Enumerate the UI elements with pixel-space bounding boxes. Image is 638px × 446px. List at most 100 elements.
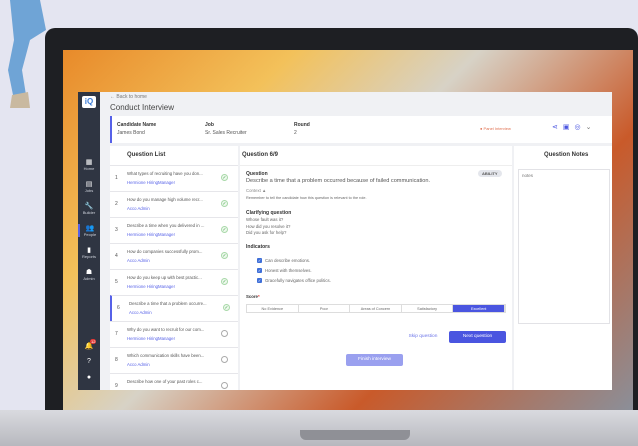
question-list-item[interactable]: 9 Describe how one of your past roles c..… xyxy=(110,373,238,390)
user-icon: ● xyxy=(86,374,92,381)
checkbox-icon: ✓ xyxy=(257,268,262,273)
question-panel: Question 6/9 Question ABILITY Describe a… xyxy=(240,146,512,390)
indicator-label: Gracefully navigates office politics. xyxy=(265,278,331,283)
question-number: 5 xyxy=(115,279,118,285)
question-summary: Which communication skills have been... xyxy=(127,353,205,358)
admin-icon: ☗ xyxy=(85,269,93,276)
job-label: Job xyxy=(205,122,214,128)
sidebar-item-label: Reports xyxy=(81,254,96,259)
question-summary: Describe a time that a problem occurre..… xyxy=(129,301,207,306)
skip-question-button[interactable]: Skip question xyxy=(404,334,442,339)
check-circle-icon: ✓ xyxy=(221,252,228,259)
score-option[interactable]: Areas of Concern xyxy=(350,305,402,312)
question-list-item[interactable]: 7 Why do you want to recruit for our com.… xyxy=(110,321,238,347)
help-button[interactable]: ? xyxy=(78,358,100,365)
builder-icon: 🔧 xyxy=(84,203,94,210)
empty-circle-icon xyxy=(221,330,228,337)
interviewer-name: Acco Admin xyxy=(127,206,150,211)
clarifying-item: Did you ask for help? xyxy=(246,230,287,235)
check-circle-icon: ✓ xyxy=(221,278,228,285)
back-link[interactable]: ← Back to home xyxy=(110,94,147,100)
question-number: 2 xyxy=(115,201,118,207)
question-summary: How do companies successfully prom... xyxy=(127,249,203,254)
score-option[interactable]: Excellent xyxy=(453,305,505,312)
status-badge: ● Panel Interview xyxy=(480,126,511,131)
sidebar-item-home[interactable]: ▦ Home xyxy=(78,158,100,171)
question-header: Question 6/9 xyxy=(242,152,279,158)
score-label-text: Score xyxy=(246,294,258,299)
checkbox-icon: ✓ xyxy=(257,258,262,263)
job-value: Sr. Sales Recruiter xyxy=(205,130,247,136)
app-logo[interactable]: iQ xyxy=(82,96,96,108)
question-summary: Describe how one of your past roles c... xyxy=(127,379,203,384)
print-icon[interactable]: ▣ xyxy=(563,124,575,131)
next-question-button[interactable]: Next question xyxy=(449,331,506,343)
sidebar-item-label: Admin xyxy=(83,276,95,281)
question-list-item[interactable]: 8 Which communication skills have been...… xyxy=(110,347,238,373)
score-option[interactable]: Satisfactory xyxy=(402,305,454,312)
share-icon[interactable]: ⋖ xyxy=(552,124,563,131)
person-illustration xyxy=(8,0,46,108)
question-list-title: Question List xyxy=(127,152,166,158)
indicator-label: Honest with themselves. xyxy=(265,268,312,273)
settings-icon[interactable]: ◎ xyxy=(575,124,586,131)
score-label: Score* xyxy=(246,294,260,299)
question-list-item[interactable]: 5 How do you keep up with best practic...… xyxy=(110,269,238,295)
score-option[interactable]: No Evidence xyxy=(247,305,299,312)
check-circle-icon: ✓ xyxy=(223,304,230,311)
question-list-item[interactable]: 3 Describe a time when you delivered in .… xyxy=(110,217,238,243)
reports-icon: ▮ xyxy=(87,247,91,254)
app-window: iQ ▦ Home ▤ Jobs 🔧 Builder 👥 People ▮ Reports ☗ Adm… xyxy=(78,92,612,390)
sidebar-item-label: Builder xyxy=(82,210,96,215)
context-text: Remember to tell the candidate how this … xyxy=(246,196,367,200)
notes-panel: Question Notes notes xyxy=(514,146,612,390)
question-list-item[interactable]: 6 Describe a time that a problem occurre.… xyxy=(110,295,238,321)
question-number: 3 xyxy=(115,227,118,233)
clarifying-list: Whose fault was it? How did you resolve … xyxy=(246,217,290,237)
sidebar-item-reports[interactable]: ▮ Reports xyxy=(78,246,100,259)
sidebar-item-jobs[interactable]: ▤ Jobs xyxy=(78,180,100,193)
interviewer-name: Hermione HiringManager xyxy=(127,180,176,185)
question-summary: Why do you want to recruit for our com..… xyxy=(127,327,205,332)
indicators-list: ✓ Can describe emotions. ✓ Honest with the… xyxy=(257,256,331,286)
notes-textarea[interactable]: notes xyxy=(518,169,610,324)
question-list-item[interactable]: 1 What types of recruiting have you don..… xyxy=(110,165,238,191)
sidebar-item-admin[interactable]: ☗ Admin xyxy=(78,268,100,281)
round-label: Round xyxy=(294,122,310,128)
notifications-button[interactable]: 🔔 12 xyxy=(78,339,100,350)
indicators-label: Indicators xyxy=(246,244,270,250)
sidebar-item-label: Home xyxy=(83,166,95,171)
indicator-checkbox[interactable]: ✓ Honest with themselves. xyxy=(257,266,331,276)
ability-tag: ABILITY xyxy=(478,170,502,177)
help-icon: ? xyxy=(87,358,91,365)
indicator-checkbox[interactable]: ✓ Gracefully navigates office politics. xyxy=(257,276,331,286)
context-label: Context xyxy=(246,188,261,193)
question-text: Describe a time that a problem occurred … xyxy=(246,178,431,184)
question-summary: What types of recruiting have you don... xyxy=(127,171,203,176)
finish-interview-button[interactable]: Finish interview xyxy=(346,354,403,366)
chevron-down-icon[interactable]: ⌄ xyxy=(586,124,597,131)
profile-button[interactable]: ● xyxy=(78,374,100,381)
interviewer-name: Acco Admin xyxy=(127,362,150,367)
candidate-header: Candidate Name James Bond Job Sr. Sales … xyxy=(110,116,612,143)
question-list-item[interactable]: 4 How do companies successfully prom... Ac… xyxy=(110,243,238,269)
question-number: 9 xyxy=(115,383,118,389)
question-label: Question xyxy=(246,171,268,177)
indicator-checkbox[interactable]: ✓ Can describe emotions. xyxy=(257,256,331,266)
indicator-label: Can describe emotions. xyxy=(265,258,311,263)
laptop-notch xyxy=(300,430,410,440)
page-title: Conduct Interview xyxy=(110,103,175,112)
question-number: 6 xyxy=(117,305,120,311)
question-list-item[interactable]: 2 How do you manage high volume recr... Ac… xyxy=(110,191,238,217)
interviewer-name: Acco Admin xyxy=(127,258,150,263)
score-option[interactable]: Poor xyxy=(299,305,351,312)
question-number: 4 xyxy=(115,253,118,259)
round-value: 2 xyxy=(294,130,297,136)
sidebar-item-label: People xyxy=(83,232,97,237)
bell-icon: 🔔 xyxy=(84,343,94,350)
sidebar-item-builder[interactable]: 🔧 Builder xyxy=(78,202,100,215)
interviewer-name: Hermione HiringManager xyxy=(127,232,176,237)
laptop-base xyxy=(0,410,638,446)
sidebar-item-people[interactable]: 👥 People xyxy=(78,224,100,237)
context-toggle[interactable]: Context ▲ xyxy=(246,188,266,193)
